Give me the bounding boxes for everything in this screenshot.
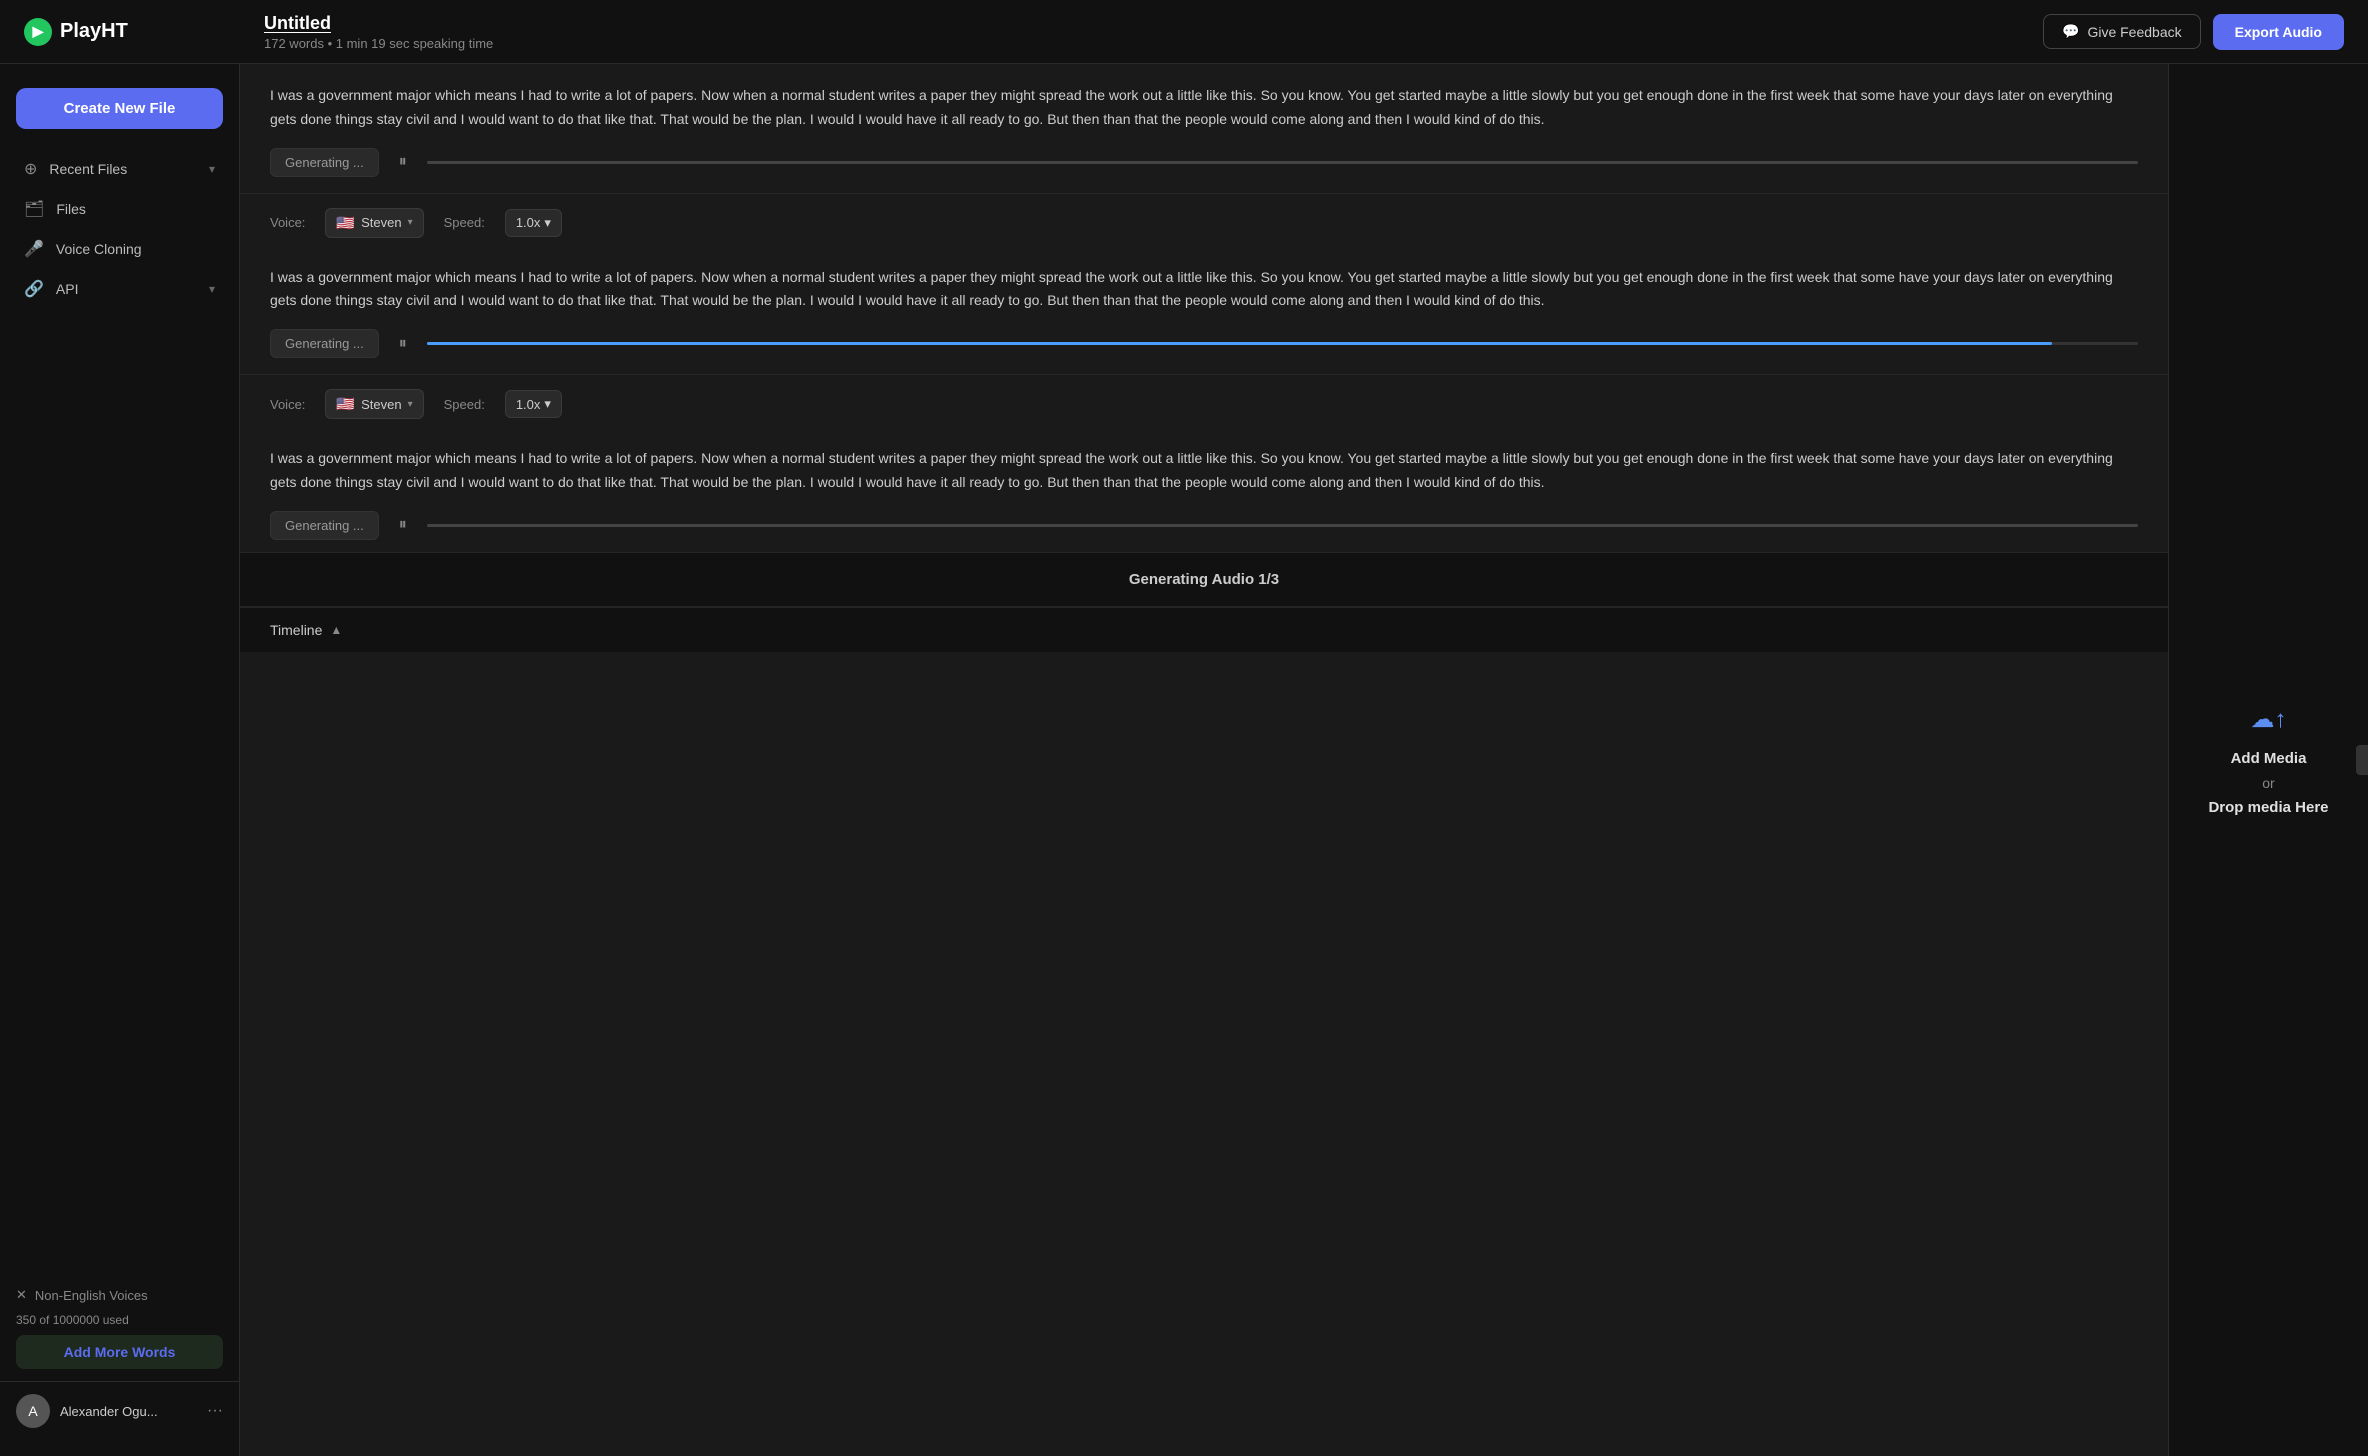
topbar-actions: 💬 Give Feedback Export Audio bbox=[2043, 14, 2344, 50]
timeline-label: Timeline bbox=[270, 622, 322, 638]
generating-badge-2: Generating ... bbox=[270, 329, 379, 358]
voice-name-2: Steven bbox=[361, 215, 401, 230]
speed-chevron-icon-2: ▾ bbox=[544, 215, 551, 231]
progress-fill-2 bbox=[427, 342, 2053, 345]
voice-cloning-icon: 🎤 bbox=[24, 239, 44, 259]
feedback-icon: 💬 bbox=[2062, 23, 2079, 40]
voice-flag-2: 🇺🇸 bbox=[336, 214, 355, 232]
api-chevron-icon: ▾ bbox=[209, 282, 215, 296]
text-content-1[interactable]: I was a government major which means I h… bbox=[270, 84, 2138, 132]
words-used-info: 350 of 1000000 used bbox=[16, 1313, 223, 1327]
export-audio-button[interactable]: Export Audio bbox=[2213, 14, 2344, 50]
voice-row-2: Voice: 🇺🇸 Steven ▾ Speed: 1.0x ▾ bbox=[240, 198, 2168, 246]
sidebar-item-voice-cloning[interactable]: 🎤 Voice Cloning bbox=[8, 229, 231, 269]
text-content-2[interactable]: I was a government major which means I h… bbox=[270, 266, 2138, 314]
text-block-2: I was a government major which means I h… bbox=[240, 246, 2168, 324]
panel-resize-handle[interactable] bbox=[2356, 745, 2368, 775]
chevron-down-icon: ▾ bbox=[209, 162, 215, 176]
user-name: Alexander Ogu... bbox=[60, 1404, 197, 1419]
sidebar-item-files[interactable]: 🗂 Files bbox=[8, 189, 231, 229]
generating-badge-1: Generating ... bbox=[270, 148, 379, 177]
main-layout: Create New File ⊕ Recent Files ▾ 🗂 Files… bbox=[0, 64, 2368, 1456]
logo-text: PlayHT bbox=[60, 20, 128, 43]
give-feedback-button[interactable]: 💬 Give Feedback bbox=[2043, 14, 2201, 49]
sidebar-item-label-files: Files bbox=[56, 201, 86, 217]
timeline-chevron-icon: ▲ bbox=[330, 623, 342, 637]
sidebar-item-label-voice: Voice Cloning bbox=[56, 241, 142, 257]
files-icon: 🗂 bbox=[24, 199, 44, 219]
voice-chevron-icon-2: ▾ bbox=[408, 217, 413, 228]
user-menu-button[interactable]: ··· bbox=[207, 1402, 223, 1420]
recent-files-icon: ⊕ bbox=[24, 159, 37, 179]
text-block-3: I was a government major which means I h… bbox=[240, 427, 2168, 505]
api-icon: 🔗 bbox=[24, 279, 44, 299]
sidebar-item-recent-files[interactable]: ⊕ Recent Files ▾ bbox=[8, 149, 231, 189]
text-content-3[interactable]: I was a government major which means I h… bbox=[270, 447, 2138, 495]
timeline-bar[interactable]: Timeline ▲ bbox=[240, 607, 2168, 652]
voice-select-2[interactable]: 🇺🇸 Steven ▾ bbox=[325, 208, 423, 238]
progress-track-3 bbox=[427, 524, 2138, 527]
speed-value-2: 1.0x bbox=[516, 215, 541, 230]
voice-label-2: Voice: bbox=[270, 215, 305, 230]
doc-title[interactable]: Untitled bbox=[264, 13, 2043, 34]
voice-name-3: Steven bbox=[361, 397, 401, 412]
section-divider-2 bbox=[240, 374, 2168, 375]
speed-label-3: Speed: bbox=[444, 397, 485, 412]
speed-select-2[interactable]: 1.0x ▾ bbox=[505, 209, 562, 237]
voice-select-3[interactable]: 🇺🇸 Steven ▾ bbox=[325, 389, 423, 419]
voice-flag-3: 🇺🇸 bbox=[336, 395, 355, 413]
player-bar-1: Generating ... ⏸ bbox=[240, 142, 2168, 189]
pause-button-3[interactable]: ⏸ bbox=[389, 511, 417, 539]
section-divider-1 bbox=[240, 193, 2168, 194]
voice-row-3: Voice: 🇺🇸 Steven ▾ Speed: 1.0x ▾ bbox=[240, 379, 2168, 427]
content-area: I was a government major which means I h… bbox=[240, 64, 2368, 1456]
voice-label-3: Voice: bbox=[270, 397, 305, 412]
sidebar-item-api[interactable]: 🔗 API ▾ bbox=[8, 269, 231, 309]
sidebar-item-label-recent: Recent Files bbox=[49, 161, 127, 177]
create-new-file-button[interactable]: Create New File bbox=[16, 88, 223, 129]
topbar: ▶ PlayHT Untitled 172 words • 1 min 19 s… bbox=[0, 0, 2368, 64]
non-english-label: ✕ Non-English Voices bbox=[16, 1287, 223, 1303]
speed-value-3: 1.0x bbox=[516, 397, 541, 412]
upload-cloud-icon: ☁↑ bbox=[2251, 705, 2287, 734]
user-row: A Alexander Ogu... ··· bbox=[0, 1381, 239, 1440]
doc-meta: 172 words • 1 min 19 sec speaking time bbox=[264, 36, 2043, 51]
player-bar-3: Generating ... ⏸ bbox=[240, 505, 2168, 552]
speed-chevron-icon-3: ▾ bbox=[544, 396, 551, 412]
non-english-section: ✕ Non-English Voices 350 of 1000000 used… bbox=[0, 1275, 239, 1381]
voice-chevron-icon-3: ▾ bbox=[408, 399, 413, 410]
right-panel: ☁↑ Add Media or Drop media Here bbox=[2168, 64, 2368, 1456]
drop-media-label: Drop media Here bbox=[2208, 799, 2328, 816]
topbar-center: Untitled 172 words • 1 min 19 sec speaki… bbox=[264, 13, 2043, 51]
progress-track-1 bbox=[427, 161, 2138, 164]
generating-footer: Generating Audio 1/3 bbox=[240, 552, 2168, 607]
pause-button-2[interactable]: ⏸ bbox=[389, 330, 417, 358]
pause-button-1[interactable]: ⏸ bbox=[389, 148, 417, 176]
sidebar-item-label-api: API bbox=[56, 281, 79, 297]
generating-badge-3: Generating ... bbox=[270, 511, 379, 540]
editor[interactable]: I was a government major which means I h… bbox=[240, 64, 2168, 1456]
avatar: A bbox=[16, 1394, 50, 1428]
playht-logo-icon: ▶ bbox=[24, 18, 52, 46]
speed-label-2: Speed: bbox=[444, 215, 485, 230]
feedback-label: Give Feedback bbox=[2087, 24, 2181, 40]
or-label: or bbox=[2262, 775, 2274, 791]
player-bar-2: Generating ... ⏸ bbox=[240, 323, 2168, 370]
progress-track-2 bbox=[427, 342, 2138, 345]
logo: ▶ PlayHT bbox=[24, 18, 264, 46]
sidebar: Create New File ⊕ Recent Files ▾ 🗂 Files… bbox=[0, 64, 240, 1456]
text-block-1: I was a government major which means I h… bbox=[240, 64, 2168, 142]
translate-icon: ✕ bbox=[16, 1287, 27, 1303]
add-more-words-button[interactable]: Add More Words bbox=[16, 1335, 223, 1369]
speed-select-3[interactable]: 1.0x ▾ bbox=[505, 390, 562, 418]
add-media-label: Add Media bbox=[2231, 750, 2307, 767]
